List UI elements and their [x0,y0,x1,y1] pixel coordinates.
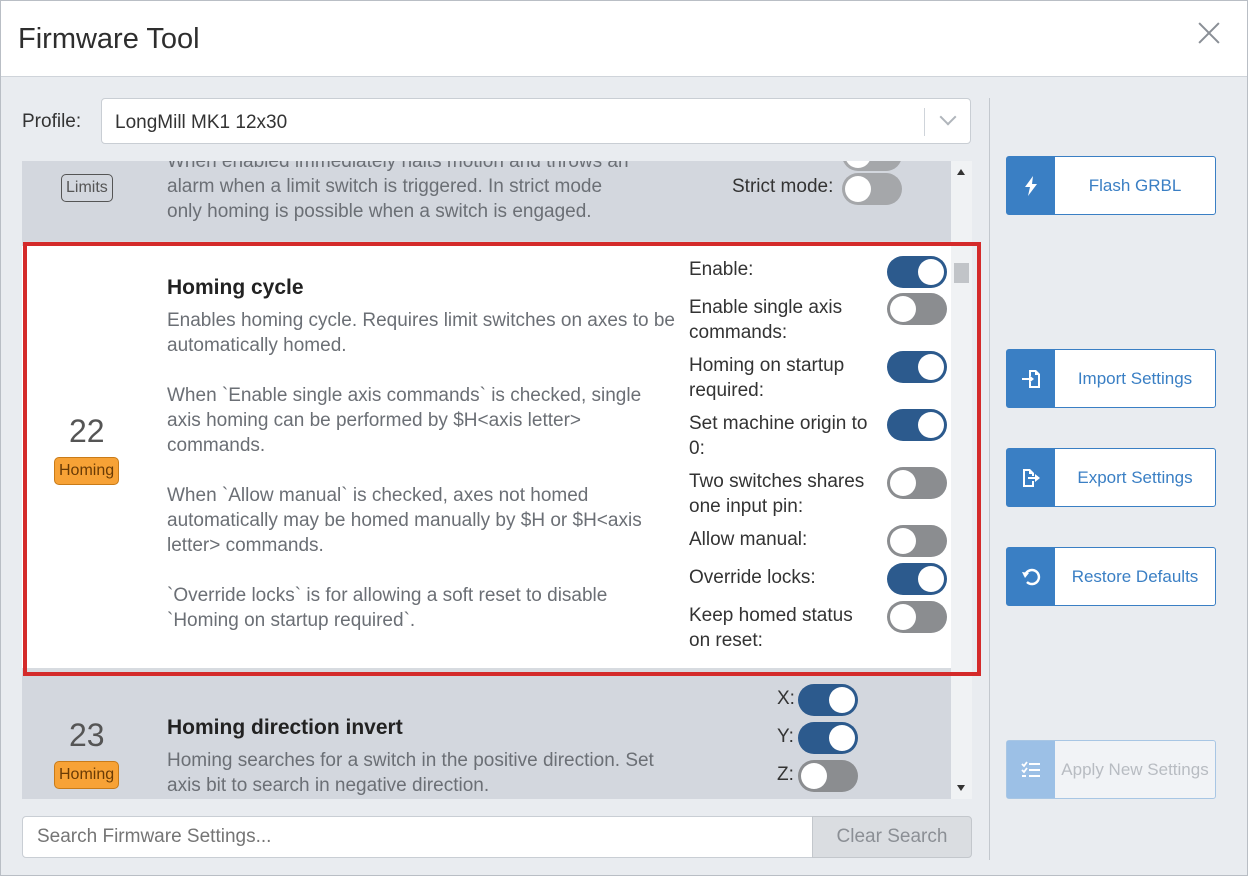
restore-defaults-label: Restore Defaults [1071,567,1199,586]
search-input[interactable] [22,816,813,858]
toggle-knob [829,725,855,751]
option-label-shared-pin: Two switches shares one input pin: [689,471,865,517]
import-settings-label: Import Settings [1077,369,1193,388]
export-file-icon [1007,449,1055,506]
setting-title: Homing cycle [167,276,304,299]
toggle-single-axis[interactable] [887,293,947,325]
flash-grbl-button[interactable]: Flash GRBL [1006,156,1216,215]
checklist-icon [1007,741,1055,798]
setting-row-homing-cycle: 22 Homing Homing cycle Enables homing cy… [22,246,951,668]
apply-settings-label: Apply New Settings [1061,760,1209,779]
clear-search-button[interactable]: Clear Search [812,816,972,858]
select-divider [924,108,925,136]
option-label-override-locks: Override locks: [689,567,816,588]
setting-row-homing-direction: 23 Homing Homing direction invert Homing… [22,674,951,799]
axis-label-y: Y: [777,726,794,747]
strict-mode-toggle[interactable] [842,173,902,205]
profile-select[interactable]: LongMill MK1 12x30 [101,98,971,144]
toggle-knob [918,259,944,285]
toggle-knob [890,528,916,554]
export-settings-label: Export Settings [1077,468,1193,487]
toggle-knob [918,566,944,592]
apply-settings-button[interactable]: Apply New Settings [1006,740,1216,799]
title-bar: Firmware Tool [1,1,1247,77]
toggle-axis-z[interactable] [798,760,858,792]
option-label-keep-homed: Keep homed status on reset: [689,605,853,651]
panel-divider [989,98,990,860]
option-label-startup-required: Homing on startup required: [689,355,845,401]
option-label-enable: Enable: [689,259,754,280]
toggle-knob [890,470,916,496]
close-icon[interactable] [1197,21,1221,45]
settings-list[interactable]: Limits When enabled immediately halts mo… [22,161,972,799]
option-label-allow-manual: Allow manual: [689,529,808,550]
axis-label-z: Z: [777,764,794,785]
limits-tag: Limits [61,174,113,202]
toggle-shared-pin[interactable] [887,467,947,499]
firmware-tool-window: Firmware Tool Profile: LongMill MK1 12x3… [0,0,1248,876]
setting-title: Homing direction invert [167,716,403,739]
flash-grbl-label: Flash GRBL [1088,176,1182,195]
toggle-override-locks[interactable] [887,563,947,595]
window-title: Firmware Tool [18,23,200,55]
toggle-knob [918,354,944,380]
toggle-knob [845,176,871,202]
strict-mode-label: Strict mode: [732,176,834,197]
profile-label: Profile: [22,111,82,132]
toggle-knob [845,161,871,168]
toggle-machine-origin[interactable] [887,409,947,441]
lightning-icon [1007,157,1055,214]
setting-row-limits: Limits When enabled immediately halts mo… [22,161,951,241]
homing-tag: Homing [54,457,120,485]
restore-defaults-button[interactable]: Restore Defaults [1006,547,1216,606]
axis-label-x: X: [777,688,795,709]
toggle-knob [829,687,855,713]
scroll-up-icon[interactable] [957,169,965,175]
toggle-startup-required[interactable] [887,351,947,383]
import-file-icon [1007,350,1055,407]
undo-icon [1007,548,1055,605]
toggle-enable[interactable] [887,256,947,288]
toggle-knob [890,296,916,322]
vertical-scrollbar[interactable] [951,161,972,799]
toggle-keep-homed[interactable] [887,601,947,633]
scroll-thumb[interactable] [954,263,969,283]
profile-value: LongMill MK1 12x30 [115,112,288,133]
export-settings-button[interactable]: Export Settings [1006,448,1216,507]
toggle-allow-manual[interactable] [887,525,947,557]
setting-number: 23 [69,717,105,753]
toggle-axis-y[interactable] [798,722,858,754]
toggle-knob [890,604,916,630]
limits-desc-line1: When enabled immediately halts motion an… [167,161,629,172]
toggle-knob [801,763,827,789]
limits-desc-line2: alarm when a limit switch is triggered. … [167,176,603,197]
setting-desc-p4: `Override locks` is for allowing a soft … [167,585,608,631]
chevron-down-icon[interactable] [939,108,957,126]
setting-desc: Homing searches for a switch in the posi… [167,750,654,796]
toggle-knob [918,412,944,438]
setting-desc-p3: When `Allow manual` is checked, axes not… [167,485,642,556]
option-label-machine-origin: Set machine origin to 0: [689,413,868,459]
setting-desc-p1: Enables homing cycle. Requires limit swi… [167,310,675,356]
import-settings-button[interactable]: Import Settings [1006,349,1216,408]
setting-number: 22 [69,413,105,449]
option-label-single-axis: Enable single axis commands: [689,297,843,343]
limits-toggle-above[interactable] [842,161,902,171]
limits-desc-line3: only homing is possible when a switch is… [167,201,592,222]
setting-desc-p2: When `Enable single axis commands` is ch… [167,385,642,456]
homing-tag: Homing [54,761,120,789]
scroll-down-icon[interactable] [957,785,965,791]
toggle-axis-x[interactable] [798,684,858,716]
